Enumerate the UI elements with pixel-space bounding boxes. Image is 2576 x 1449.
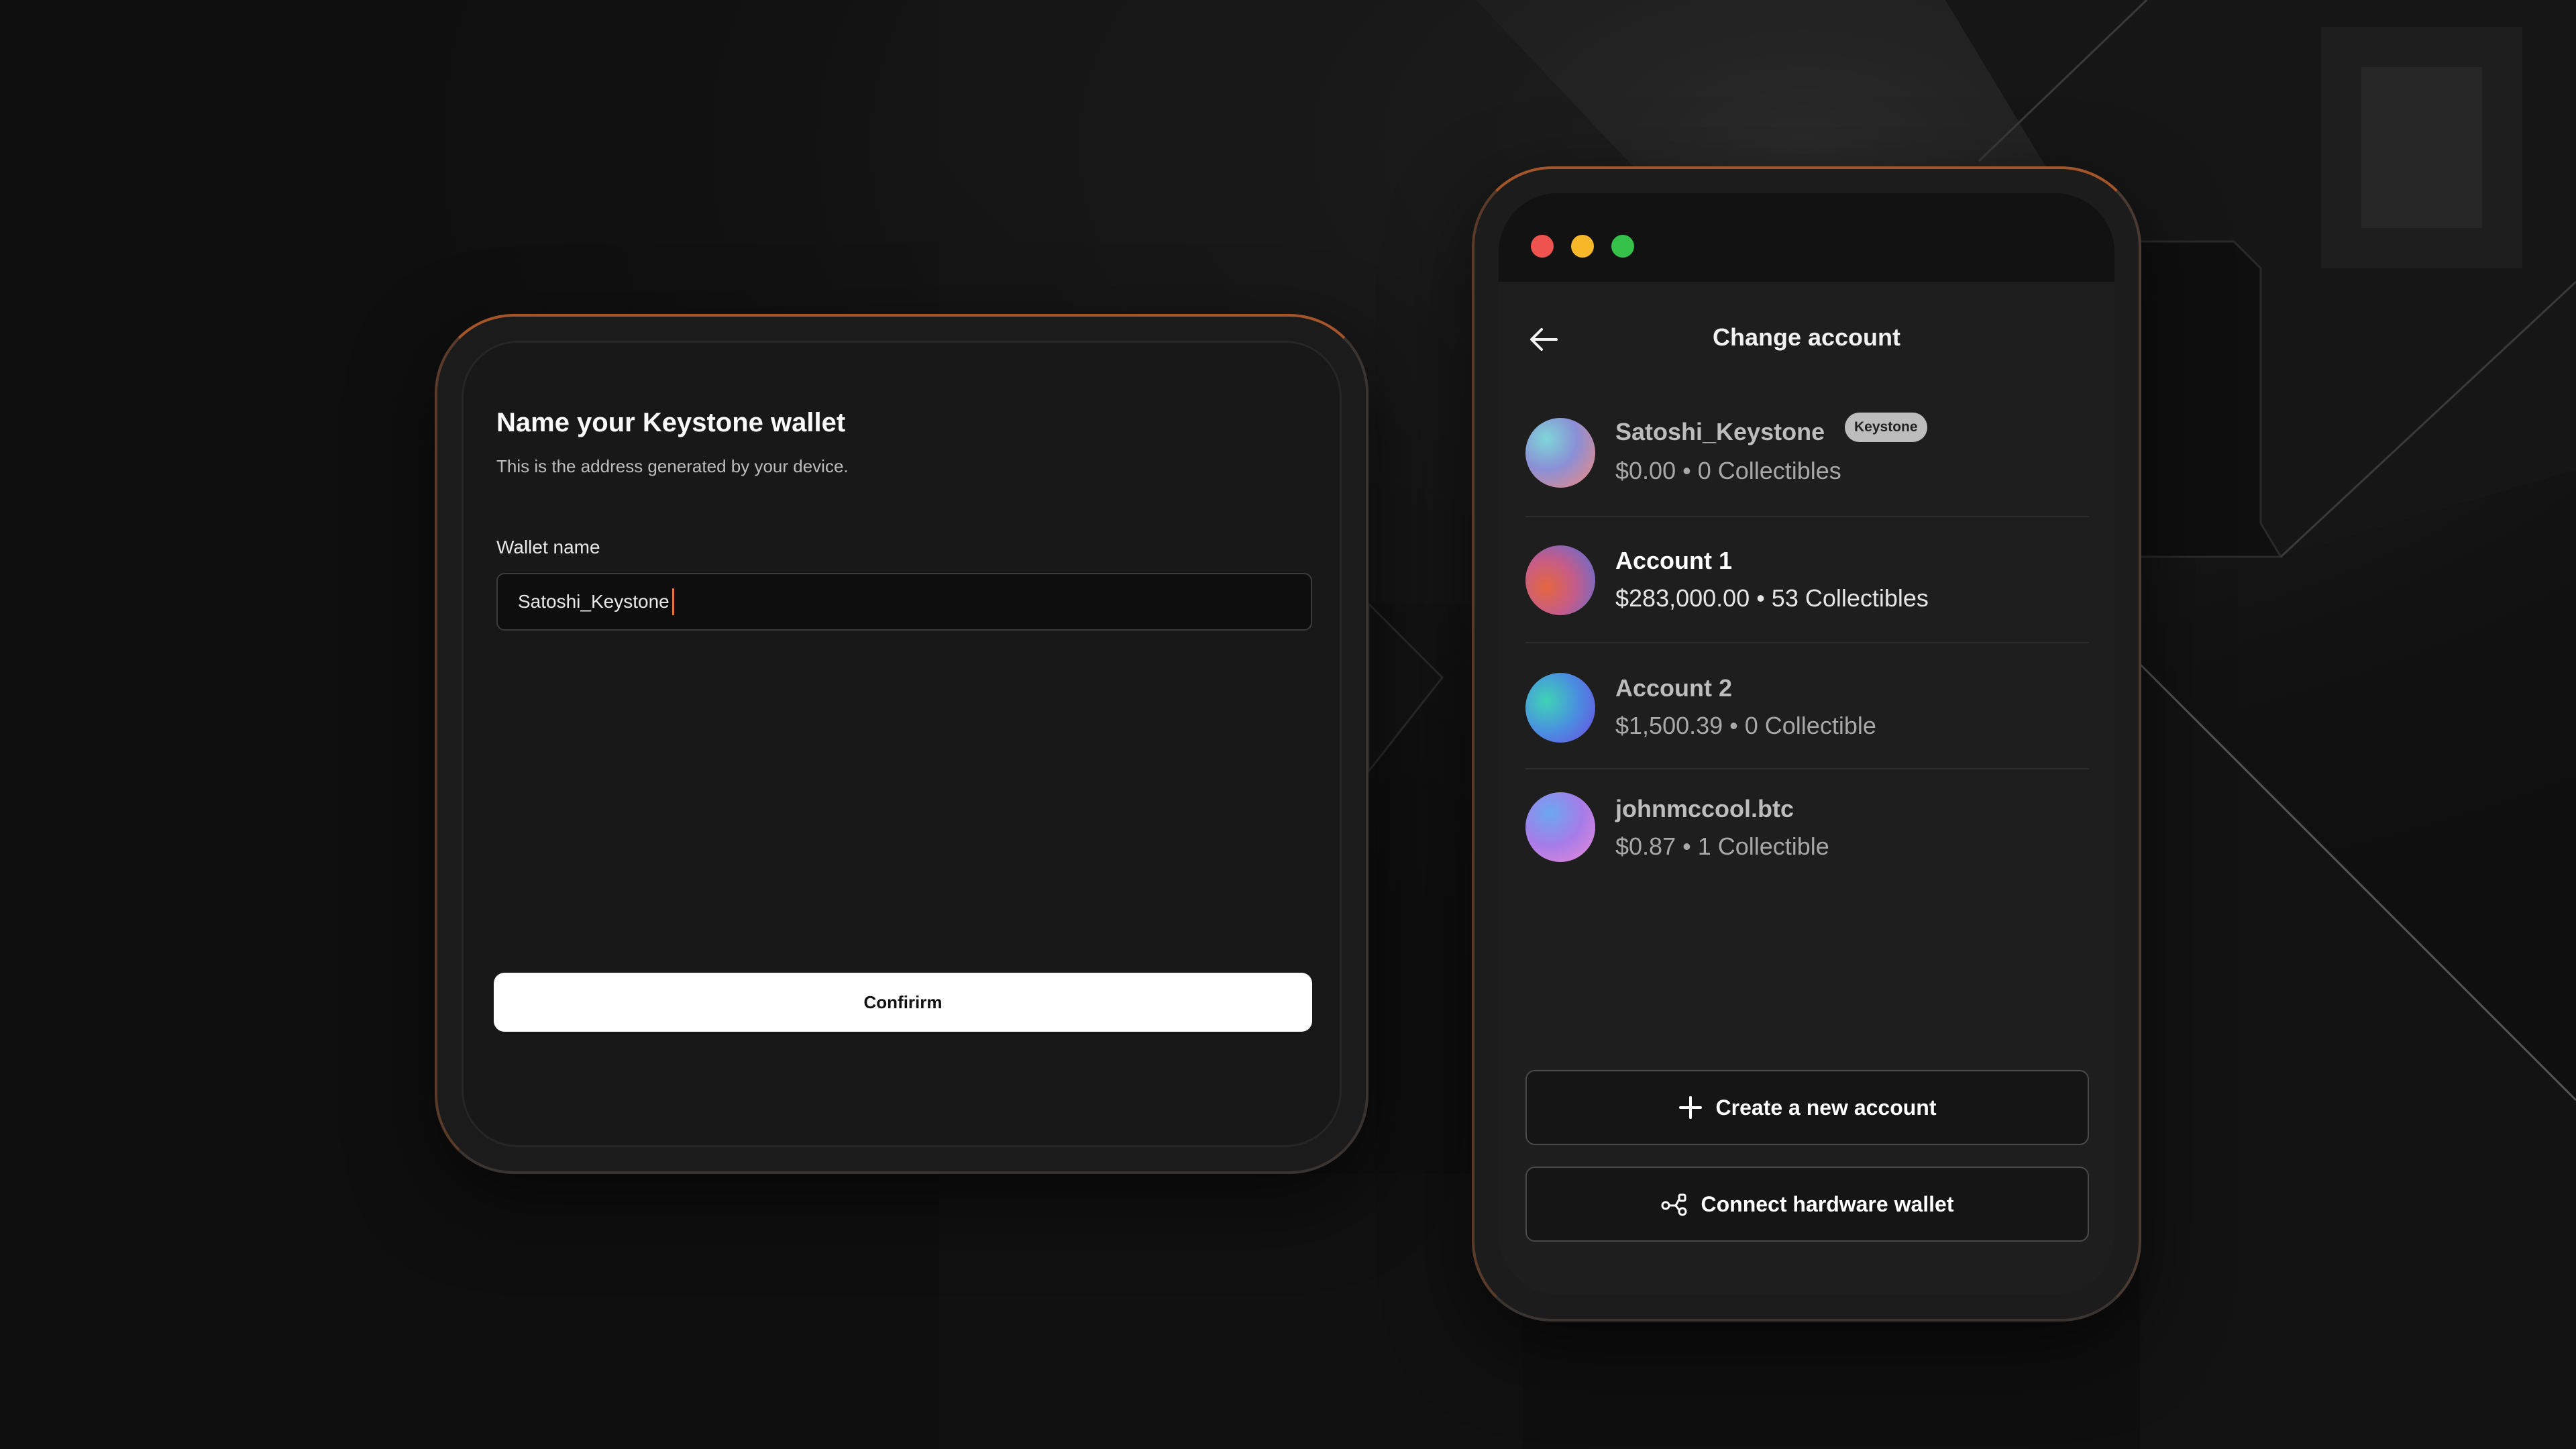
window-minimize-button[interactable] — [1571, 235, 1594, 258]
create-account-label: Create a new account — [1715, 1095, 1937, 1120]
confirm-button[interactable]: Confirirm — [494, 973, 1312, 1032]
plus-icon — [1678, 1096, 1702, 1119]
account-name: Satoshi_Keystone — [1615, 418, 1825, 445]
account-row-account-1[interactable]: Account 1 $283,000.00 • 53 Collectibles — [1525, 517, 2089, 643]
window-titlebar — [1499, 193, 2114, 282]
page-title: Name your Keystone wallet — [496, 408, 846, 437]
avatar — [1525, 673, 1595, 743]
create-account-button[interactable]: Create a new account — [1525, 1070, 2089, 1145]
wallet-setup-device — [435, 314, 1368, 1174]
text-caret — [672, 588, 674, 615]
account-name: Account 2 — [1615, 674, 1733, 702]
account-row-satoshi[interactable]: Satoshi_Keystone Keystone $0.00 • 0 Coll… — [1525, 391, 2089, 517]
account-row-account-2[interactable]: Account 2 $1,500.39 • 0 Collectible — [1525, 643, 2089, 769]
account-row-johnmccool[interactable]: johnmccool.btc $0.87 • 1 Collectible — [1525, 769, 2089, 870]
keystone-badge: Keystone — [1845, 413, 1927, 442]
avatar — [1525, 792, 1595, 862]
avatar — [1525, 418, 1595, 488]
window-zoom-button[interactable] — [1611, 235, 1634, 258]
wallet-name-label: Wallet name — [496, 537, 600, 557]
account-summary: $283,000.00 • 53 Collectibles — [1615, 584, 1929, 612]
account-summary: $1,500.39 • 0 Collectible — [1615, 712, 1876, 739]
connect-hardware-label: Connect hardware wallet — [1701, 1191, 1954, 1216]
page-subtitle: This is the address generated by your de… — [496, 456, 849, 476]
window-close-button[interactable] — [1531, 235, 1554, 258]
account-name: johnmccool.btc — [1615, 795, 1794, 822]
wallet-name-value: Satoshi_Keystone — [518, 591, 669, 612]
avatar — [1525, 545, 1595, 615]
screen-title: Change account — [1712, 323, 1901, 351]
account-summary: $0.87 • 1 Collectible — [1615, 833, 1829, 860]
account-name: Account 1 — [1615, 547, 1733, 574]
account-summary: $0.00 • 0 Collectibles — [1615, 457, 1841, 484]
connect-hardware-wallet-button[interactable]: Connect hardware wallet — [1525, 1167, 2089, 1242]
wallet-name-input[interactable]: Satoshi_Keystone — [496, 573, 1312, 631]
hardware-connect-icon — [1661, 1193, 1686, 1216]
